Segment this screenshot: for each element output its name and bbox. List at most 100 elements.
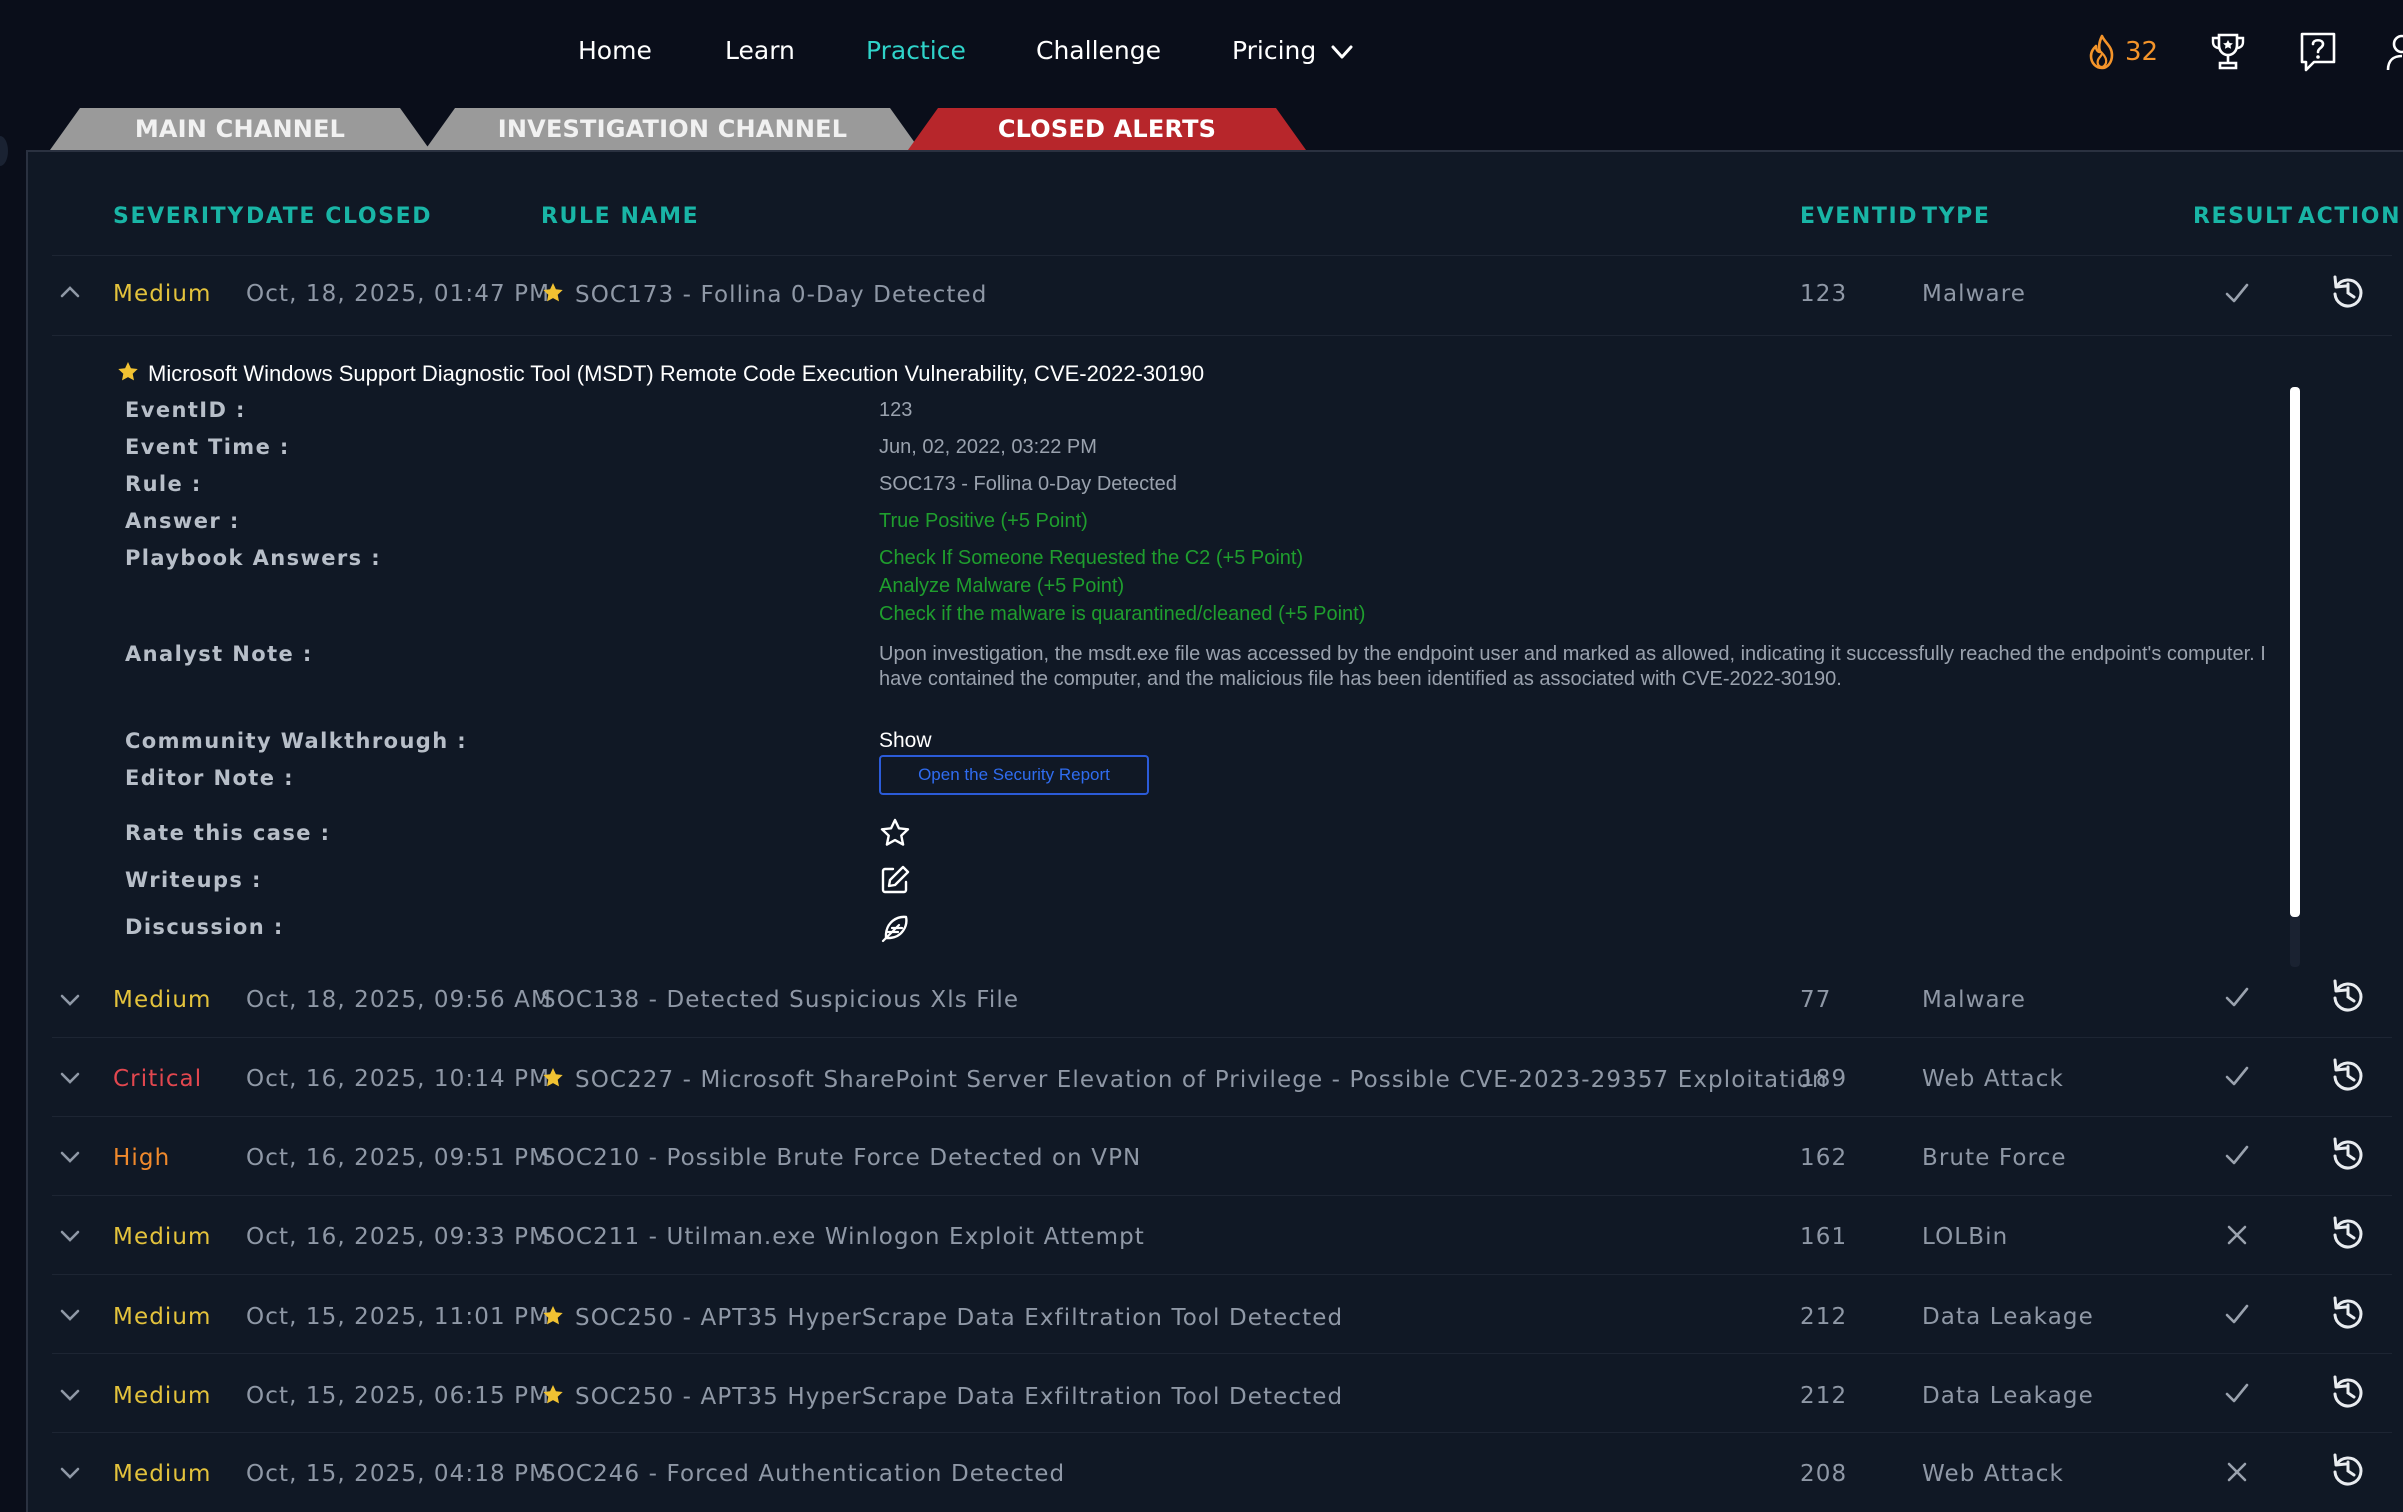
check-icon bbox=[2225, 1383, 2249, 1403]
severity-label: Medium bbox=[113, 987, 212, 1013]
playbook-answer: Analyze Malware (+5 Point) bbox=[879, 575, 1125, 597]
rule-name[interactable]: SOC211 - Utilman.exe Winlogon Exploit At… bbox=[541, 1224, 1145, 1250]
scroll-thumb[interactable] bbox=[2290, 387, 2300, 917]
date-closed: Oct, 16, 2025, 09:33 PM bbox=[246, 1224, 551, 1250]
alert-type: Malware bbox=[1922, 281, 2027, 307]
rule-name[interactable]: SOC173 - Follina 0-Day Detected bbox=[541, 281, 987, 308]
col-result: RESULT bbox=[2193, 204, 2294, 229]
nav-pricing[interactable]: Pricing bbox=[1232, 36, 1354, 65]
col-eventid[interactable]: EVENTID bbox=[1800, 204, 1918, 229]
chevron-down-icon[interactable] bbox=[58, 1145, 82, 1169]
table-row[interactable]: Medium Oct, 16, 2025, 09:33 PM SOC211 - … bbox=[28, 1196, 2403, 1275]
rule-name[interactable]: SOC246 - Forced Authentication Detected bbox=[541, 1461, 1065, 1487]
trophy-icon[interactable] bbox=[2208, 30, 2248, 74]
table-row[interactable]: Critical Oct, 16, 2025, 10:14 PM SOC227 … bbox=[28, 1038, 2403, 1117]
severity-label: Medium bbox=[113, 1461, 212, 1487]
sidebar-handle[interactable] bbox=[0, 136, 8, 166]
rule-name[interactable]: SOC210 - Possible Brute Force Detected o… bbox=[541, 1145, 1141, 1171]
nav-learn[interactable]: Learn bbox=[725, 36, 795, 65]
playbook-label: Playbook Answers : bbox=[125, 546, 382, 570]
tab-main-channel-label: MAIN CHANNEL bbox=[134, 115, 346, 143]
star-filled-icon bbox=[543, 1306, 563, 1325]
restore-icon[interactable] bbox=[2328, 1134, 2368, 1174]
edit-icon[interactable] bbox=[879, 864, 911, 896]
rule-label: Rule : bbox=[125, 472, 202, 496]
nav-pricing-label: Pricing bbox=[1232, 36, 1317, 65]
chevron-down-icon[interactable] bbox=[58, 1224, 82, 1248]
table-row[interactable]: Medium Oct, 18, 2025, 01:47 PM SOC173 - … bbox=[28, 256, 2403, 335]
restore-icon[interactable] bbox=[2328, 1293, 2368, 1333]
chevron-down-icon[interactable] bbox=[58, 1383, 82, 1407]
star-filled-icon bbox=[118, 362, 138, 381]
feather-icon[interactable] bbox=[879, 912, 911, 944]
restore-icon[interactable] bbox=[2328, 1450, 2368, 1490]
eventid-label: EventID : bbox=[125, 398, 246, 422]
answer-value: True Positive (+5 Point) bbox=[879, 510, 1088, 532]
restore-icon[interactable] bbox=[2328, 976, 2368, 1016]
restore-icon[interactable] bbox=[2328, 1372, 2368, 1412]
tab-closed-alerts[interactable]: CLOSED ALERTS bbox=[908, 108, 1306, 150]
star-filled-icon bbox=[543, 283, 563, 302]
col-type[interactable]: TYPE bbox=[1922, 204, 1991, 229]
col-severity[interactable]: SEVERITY bbox=[113, 204, 245, 229]
chevron-down-icon[interactable] bbox=[58, 1303, 82, 1327]
detail-scrollbar[interactable] bbox=[2290, 387, 2300, 967]
date-closed: Oct, 15, 2025, 11:01 PM bbox=[246, 1304, 551, 1330]
event-id: 208 bbox=[1800, 1461, 1848, 1487]
user-icon[interactable] bbox=[2386, 30, 2403, 74]
date-closed: Oct, 16, 2025, 10:14 PM bbox=[246, 1066, 551, 1092]
severity-label: Medium bbox=[113, 1304, 212, 1330]
star-filled-icon bbox=[543, 1385, 563, 1404]
rule-name[interactable]: SOC250 - APT35 HyperScrape Data Exfiltra… bbox=[541, 1304, 1343, 1331]
severity-label: Medium bbox=[113, 1224, 212, 1250]
chevron-down-icon[interactable] bbox=[58, 1461, 82, 1485]
open-security-report-button[interactable]: Open the Security Report bbox=[879, 755, 1149, 795]
nav-practice[interactable]: Practice bbox=[866, 36, 966, 65]
writeups-label: Writeups : bbox=[125, 868, 262, 892]
table-row[interactable]: High Oct, 16, 2025, 09:51 PM SOC210 - Po… bbox=[28, 1117, 2403, 1196]
walkthrough-show-link[interactable]: Show bbox=[879, 729, 932, 753]
nav-challenge[interactable]: Challenge bbox=[1036, 36, 1161, 65]
nav-home[interactable]: Home bbox=[578, 36, 652, 65]
flame-icon bbox=[2089, 34, 2114, 70]
chevron-up-icon[interactable] bbox=[58, 280, 82, 304]
table-row[interactable]: Medium Oct, 15, 2025, 11:01 PM SOC250 - … bbox=[28, 1275, 2403, 1354]
severity-label: Medium bbox=[113, 281, 212, 307]
rule-name[interactable]: SOC227 - Microsoft SharePoint Server Ele… bbox=[541, 1066, 1828, 1093]
date-closed: Oct, 15, 2025, 06:15 PM bbox=[246, 1383, 551, 1409]
top-navigation: Home Learn Practice Challenge Pricing 32 bbox=[0, 0, 2403, 108]
tab-main-channel[interactable]: MAIN CHANNEL bbox=[50, 108, 430, 150]
event-time-label: Event Time : bbox=[125, 435, 290, 459]
event-id: 162 bbox=[1800, 1145, 1848, 1171]
table-row[interactable]: Medium Oct, 15, 2025, 04:18 PM SOC246 - … bbox=[28, 1433, 2403, 1512]
chevron-down-icon[interactable] bbox=[58, 988, 82, 1012]
playbook-answer: Check If Someone Requested the C2 (+5 Po… bbox=[879, 547, 1304, 569]
col-date-closed[interactable]: DATE CLOSED bbox=[246, 204, 432, 229]
restore-icon[interactable] bbox=[2328, 272, 2368, 312]
check-icon bbox=[2225, 1145, 2249, 1165]
restore-icon[interactable] bbox=[2328, 1055, 2368, 1095]
analyst-note-label: Analyst Note : bbox=[125, 642, 313, 666]
detail-title-text: Microsoft Windows Support Diagnostic Too… bbox=[148, 361, 1205, 386]
event-time-value: Jun, 02, 2022, 03:22 PM bbox=[879, 436, 1097, 458]
table-row[interactable]: Medium Oct, 15, 2025, 06:15 PM SOC250 - … bbox=[28, 1354, 2403, 1433]
event-id: 123 bbox=[1800, 281, 1848, 307]
restore-icon[interactable] bbox=[2328, 1213, 2368, 1253]
help-icon[interactable] bbox=[2298, 30, 2338, 74]
col-rule-name[interactable]: RULE NAME bbox=[541, 204, 699, 229]
star-outline-icon[interactable] bbox=[879, 817, 911, 849]
editor-note-label: Editor Note : bbox=[125, 766, 294, 790]
rule-name[interactable]: SOC138 - Detected Suspicious Xls File bbox=[541, 987, 1019, 1013]
discussion-label: Discussion : bbox=[125, 915, 284, 939]
divider bbox=[52, 335, 2392, 336]
chevron-down-icon bbox=[1331, 45, 1353, 59]
alert-type: LOLBin bbox=[1922, 1224, 2009, 1250]
chevron-down-icon[interactable] bbox=[58, 1066, 82, 1090]
streak-count: 32 bbox=[2125, 37, 2159, 67]
answer-label: Answer : bbox=[125, 509, 240, 533]
streak-counter[interactable]: 32 bbox=[2085, 34, 2158, 70]
table-row[interactable]: Medium Oct, 18, 2025, 09:56 AM SOC138 - … bbox=[28, 958, 2403, 1037]
event-id: 212 bbox=[1800, 1383, 1848, 1409]
tab-investigation-channel[interactable]: INVESTIGATION CHANNEL bbox=[425, 108, 920, 150]
rule-name[interactable]: SOC250 - APT35 HyperScrape Data Exfiltra… bbox=[541, 1383, 1343, 1410]
